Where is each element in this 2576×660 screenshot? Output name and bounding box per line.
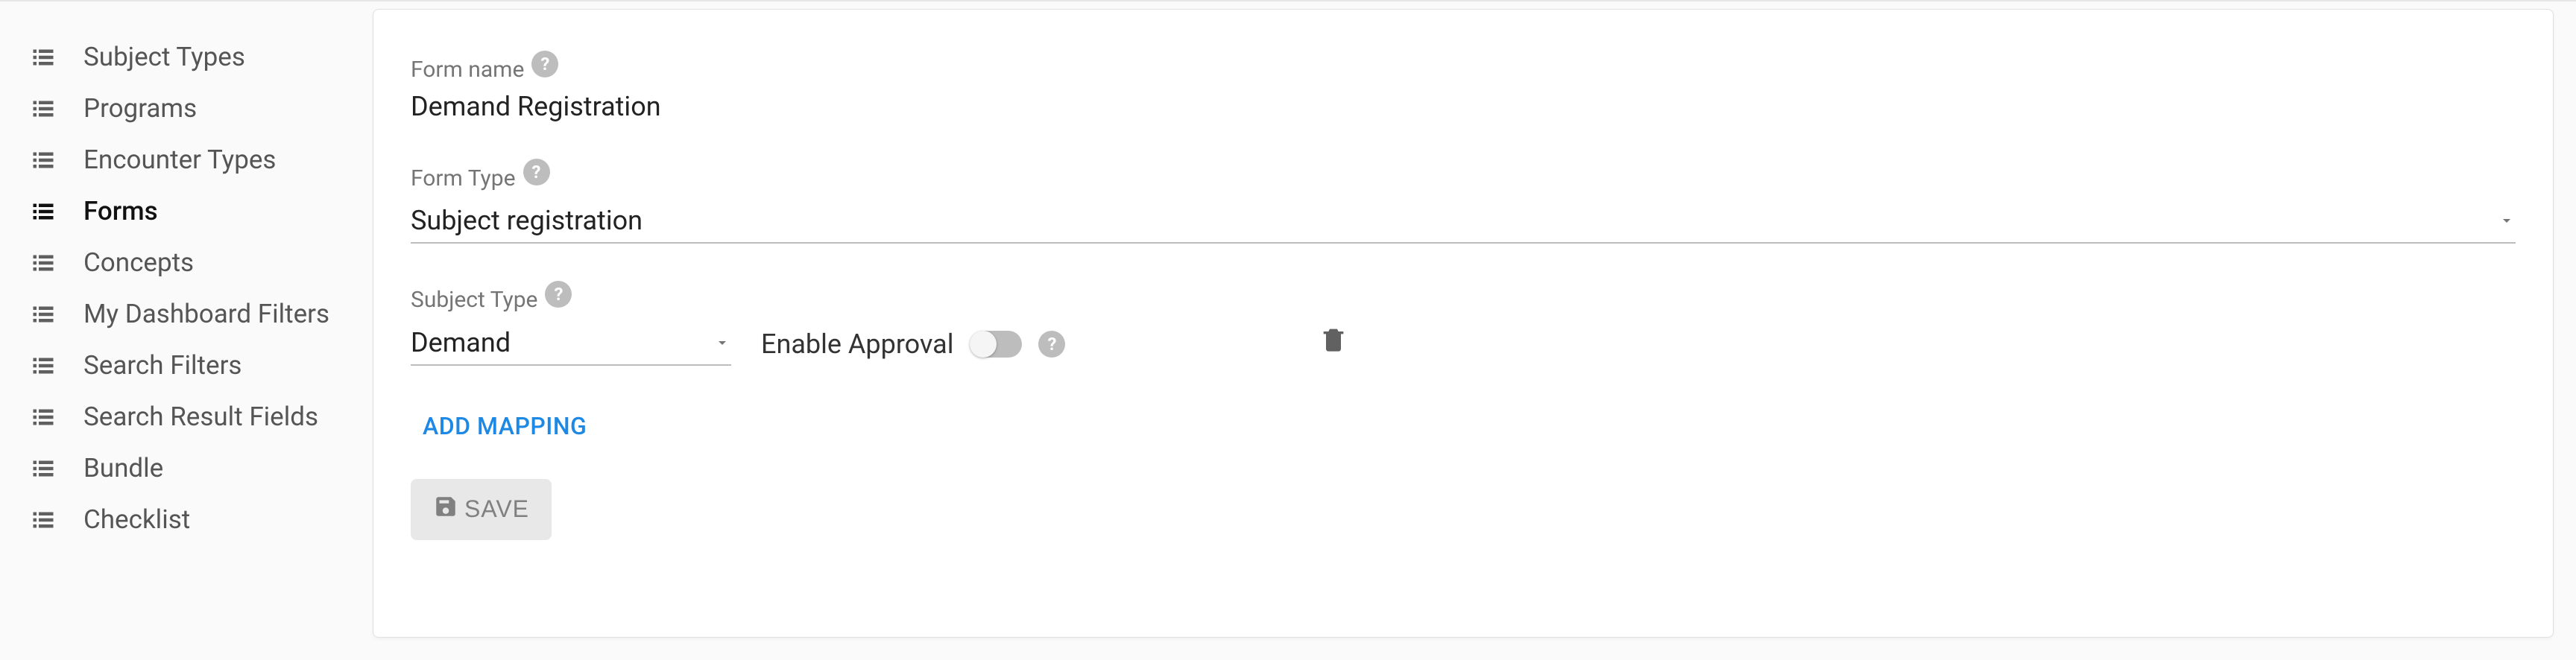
list-icon [30,301,57,328]
list-icon [30,44,57,71]
add-mapping-label: ADD MAPPING [423,412,587,440]
save-button[interactable]: SAVE [411,479,552,540]
add-mapping-button[interactable]: ADD MAPPING [411,403,599,449]
subject-type-label: Subject Type ? [411,287,572,314]
subject-type-selected-value: Demand [411,327,511,358]
subject-type-block: Subject Type ? Demand [411,285,731,366]
sidebar-item-label: Programs [83,93,197,124]
sidebar-item-label: Encounter Types [83,145,276,175]
sidebar-item-search-filters[interactable]: Search Filters [30,340,343,391]
toggle-thumb [970,331,997,358]
sidebar-item-label: Checklist [83,504,190,535]
sidebar-item-label: Search Filters [83,350,242,381]
list-icon [30,198,57,225]
help-icon[interactable]: ? [1038,331,1065,358]
form-name-value: Demand Registration [411,91,2516,122]
sidebar-item-label: Concepts [83,247,194,278]
list-icon [30,404,57,431]
sidebar-item-my-dashboard-filters[interactable]: My Dashboard Filters [30,288,343,340]
sidebar-item-search-result-fields[interactable]: Search Result Fields [30,391,343,442]
save-icon [433,494,458,525]
chevron-down-icon [713,327,731,358]
form-name-label: Form name ? [411,57,558,83]
list-icon [30,147,57,174]
sidebar-item-label: Bundle [83,453,163,483]
list-icon [30,250,57,276]
list-icon [30,455,57,482]
sidebar: Subject Types Programs Encounter Types F… [0,9,373,660]
sidebar-item-label: Search Result Fields [83,402,318,432]
sidebar-item-subject-types[interactable]: Subject Types [30,31,343,83]
form-type-label: Form Type ? [411,165,550,191]
sidebar-item-programs[interactable]: Programs [30,83,343,134]
mapping-row: Subject Type ? Demand Enable Approval ? [411,285,2516,366]
form-name-block: Form name ? Demand Registration [411,54,2516,122]
sidebar-item-label: My Dashboard Filters [83,299,329,329]
sidebar-item-label: Subject Types [83,42,245,72]
form-type-select[interactable]: Subject registration [411,199,2516,244]
app-root: Subject Types Programs Encounter Types F… [0,0,2576,660]
save-button-label: SAVE [464,495,529,523]
list-icon [30,352,57,379]
help-icon[interactable]: ? [523,159,550,185]
delete-mapping-button[interactable] [1095,324,1348,366]
sidebar-item-concepts[interactable]: Concepts [30,237,343,288]
help-icon[interactable]: ? [531,51,558,77]
help-icon[interactable]: ? [545,281,572,308]
subject-type-label-text: Subject Type [411,287,537,313]
subject-type-select[interactable]: Demand [411,321,731,366]
form-name-label-text: Form name [411,57,524,83]
sidebar-item-checklist[interactable]: Checklist [30,494,343,545]
trash-icon [1319,331,1348,360]
chevron-down-icon [2498,205,2516,236]
sidebar-item-forms[interactable]: Forms [30,185,343,237]
sidebar-item-encounter-types[interactable]: Encounter Types [30,134,343,185]
form-type-selected-value: Subject registration [411,205,643,236]
enable-approval-toggle[interactable] [970,331,1022,358]
form-type-label-text: Form Type [411,165,516,191]
form-type-block: Form Type ? Subject registration [411,163,2516,244]
sidebar-item-bundle[interactable]: Bundle [30,442,343,494]
form-card: Form name ? Demand Registration Form Typ… [373,9,2554,638]
enable-approval-block: Enable Approval ? [761,329,1065,366]
sidebar-item-label: Forms [83,196,158,226]
list-icon [30,95,57,122]
enable-approval-label: Enable Approval [761,329,953,360]
list-icon [30,507,57,533]
